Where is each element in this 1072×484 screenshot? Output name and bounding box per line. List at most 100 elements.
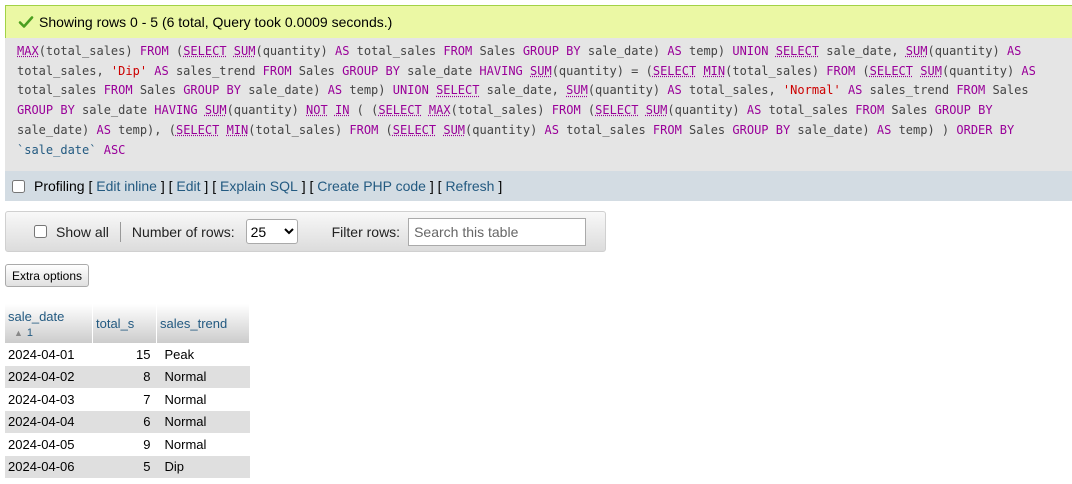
create-php-code-link[interactable]: Create PHP code (317, 178, 426, 194)
sql-token[interactable]: SUM (443, 123, 465, 137)
sql-token[interactable]: SELECT (776, 44, 819, 58)
sql-token: (total_sales) (450, 103, 552, 118)
table-row[interactable]: 2024-04-02 8 Normal (5, 365, 250, 388)
sql-token: FROM (956, 83, 986, 98)
table-row[interactable]: 2024-04-05 9 Normal (5, 433, 250, 456)
sql-token[interactable]: MIN (227, 123, 249, 137)
profiling-checkbox[interactable] (12, 179, 25, 193)
table-row[interactable]: 2024-04-03 7 Normal (5, 388, 250, 411)
sql-token[interactable]: SELECT (176, 123, 219, 137)
filter-label: Filter rows: (331, 223, 401, 240)
sql-token: total_sales (17, 83, 104, 98)
column-header-label[interactable]: sales_trend (160, 316, 227, 331)
sql-token[interactable]: IN (335, 103, 349, 117)
column-header-total-sales[interactable]: total_s (92, 304, 157, 343)
sql-token: FROM (262, 63, 292, 78)
sql-token: FROM (855, 103, 885, 118)
edit-link[interactable]: Edit (176, 178, 200, 194)
sql-token[interactable]: SUM (920, 64, 942, 78)
sql-token[interactable]: NOT (306, 103, 328, 117)
cell-total-sales: 7 (92, 388, 157, 411)
cell-sale-date: 2024-04-04 (5, 410, 93, 433)
refresh-link[interactable]: Refresh (445, 178, 494, 194)
sql-token: sale_date (399, 63, 480, 78)
sql-token: Sales (291, 63, 343, 78)
sql-token[interactable]: SUM (234, 44, 256, 58)
cell-sales-trend: Normal (156, 388, 250, 411)
cell-sales-trend: Normal (156, 433, 250, 456)
sql-token[interactable]: SUM (530, 64, 552, 78)
sql-token: FROM (349, 122, 379, 137)
sql-token[interactable]: SELECT (393, 123, 436, 137)
cell-sale-date: 2024-04-01 (5, 343, 93, 366)
sql-token: AS (667, 83, 682, 98)
sql-token[interactable]: SELECT (595, 103, 638, 117)
cell-sale-date: 2024-04-05 (5, 433, 93, 456)
sql-token: total_sales (558, 122, 653, 137)
sql-token[interactable]: SUM (566, 83, 588, 97)
sql-token[interactable]: SUM (646, 103, 668, 117)
column-header-label[interactable]: total_s (96, 316, 134, 331)
sql-query: MAX(total_sales) FROM (SELECT SUM(quanti… (5, 38, 1072, 171)
sql-token: (quantity) (587, 83, 668, 98)
sql-token[interactable]: SELECT (870, 64, 913, 78)
sql-token: UNION (392, 83, 429, 98)
sql-token: ( (855, 63, 870, 78)
sql-token: (quantity) (465, 122, 545, 137)
sql-token[interactable]: SELECT (183, 44, 226, 58)
column-header-sale-date[interactable]: sale_date ▲ 1 (5, 304, 93, 343)
sql-token: AS (667, 44, 682, 58)
sql-token: sale_date) (790, 122, 877, 137)
cell-total-sales: 5 (92, 455, 157, 478)
show-all-toggle[interactable]: Show all (34, 224, 109, 240)
sql-token[interactable]: SELECT (378, 103, 421, 117)
extra-options-button[interactable]: Extra options (5, 264, 89, 287)
sql-token[interactable]: SELECT (436, 83, 479, 97)
cell-sale-date: 2024-04-03 (5, 388, 93, 411)
sql-token: total_sales (349, 44, 444, 58)
sql-token: sale_date (74, 103, 155, 118)
column-header-label[interactable]: sale_date (8, 309, 64, 324)
sql-token: FROM (652, 122, 682, 137)
sql-token: GROUP BY (934, 103, 993, 118)
sql-token: AS (327, 83, 343, 98)
sort-order: 1 (26, 326, 34, 339)
sql-token[interactable]: MAX (17, 44, 39, 58)
sql-token: total_sales, (17, 63, 111, 78)
sql-token: 'Normal' (782, 83, 841, 98)
edit-inline-link[interactable]: Edit inline (96, 178, 157, 194)
cell-total-sales: 9 (92, 433, 157, 456)
sql-token: sale_date, (819, 44, 906, 58)
sql-token: HAVING (154, 103, 198, 118)
sql-token[interactable]: SELECT (653, 64, 696, 78)
sql-token[interactable]: SUM (906, 44, 928, 58)
sql-token: (total_sales) (38, 44, 140, 58)
show-all-checkbox[interactable] (34, 225, 47, 238)
results-table: sale_date ▲ 1 total_s sales_trend 2024-04… (5, 304, 250, 478)
cell-sales-trend: Normal (156, 365, 250, 388)
sql-token: GROUP BY (342, 63, 400, 78)
success-message: Showing rows 0 - 5 (6 total, Query took … (5, 5, 1072, 38)
sql-token[interactable]: SUM (205, 103, 227, 117)
column-header-sales-trend[interactable]: sales_trend (156, 304, 250, 343)
filter-input[interactable] (408, 217, 587, 246)
cell-sales-trend: Peak (156, 343, 250, 366)
sql-token: UNION (732, 44, 769, 58)
sql-token[interactable]: MAX (429, 103, 451, 117)
sql-token: GROUP BY (732, 122, 791, 137)
table-row[interactable]: 2024-04-01 15 Peak (5, 343, 250, 366)
sql-token: ( ( (349, 103, 379, 118)
sql-token[interactable]: MIN (703, 64, 725, 78)
explain-sql-link[interactable]: Explain SQL (220, 178, 298, 194)
sql-token: (quantity) (667, 103, 747, 118)
sql-token: sale_date, (479, 83, 567, 98)
sql-token: temp) (681, 44, 733, 58)
sql-token: (total_sales) (248, 122, 350, 137)
sql-token: temp) (342, 83, 393, 98)
table-row[interactable]: 2024-04-06 5 Dip (5, 455, 250, 478)
rows-select[interactable]: 25 (245, 219, 298, 244)
table-row[interactable]: 2024-04-04 6 Normal (5, 410, 250, 433)
